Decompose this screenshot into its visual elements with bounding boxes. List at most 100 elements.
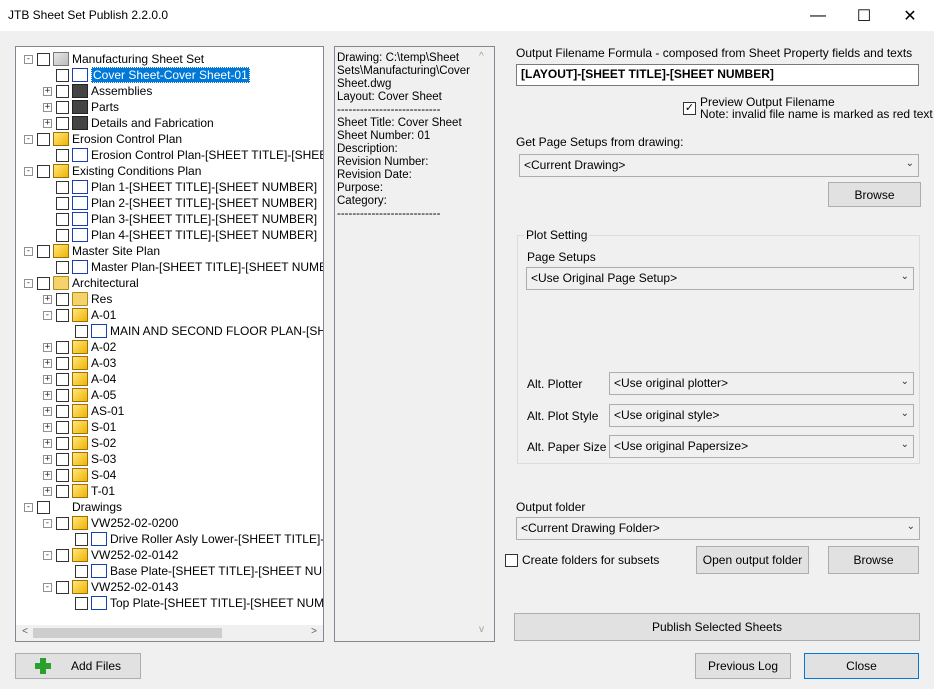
tree-item-label[interactable]: Details and Fabrication xyxy=(91,116,214,130)
tree-checkbox[interactable] xyxy=(75,324,88,338)
tree-checkbox[interactable] xyxy=(56,484,69,498)
tree-row[interactable]: Plan 1-[SHEET TITLE]-[SHEET NUMBER] xyxy=(43,179,317,195)
page-setups-select[interactable]: <Use Original Page Setup> ⌄ xyxy=(526,267,914,290)
tree-row[interactable]: + Assemblies xyxy=(43,83,152,99)
collapse-icon[interactable]: - xyxy=(24,54,33,64)
close-window-button[interactable]: ✕ xyxy=(887,0,933,31)
close-button[interactable]: Close xyxy=(804,653,919,679)
tree-item-label[interactable]: Assemblies xyxy=(91,84,152,98)
create-subfolders-checkbox[interactable] xyxy=(505,554,518,567)
scroll-up-icon[interactable]: ^ xyxy=(479,51,484,62)
info-vertical-scrollbar[interactable]: ^ v xyxy=(477,47,494,641)
tree-item-label[interactable]: A-05 xyxy=(91,388,116,402)
expand-icon[interactable]: + xyxy=(43,102,52,112)
expand-icon[interactable]: + xyxy=(43,294,52,304)
expand-icon[interactable]: + xyxy=(43,390,52,400)
collapse-icon[interactable]: - xyxy=(43,518,52,528)
expand-icon[interactable]: + xyxy=(43,118,52,128)
tree-row[interactable]: + S-02 xyxy=(43,435,116,451)
tree-checkbox[interactable] xyxy=(56,292,69,306)
tree-item-label[interactable]: Plan 3-[SHEET TITLE]-[SHEET NUMBER] xyxy=(91,212,317,226)
tree-item-label[interactable]: VW252-02-0143 xyxy=(91,580,178,594)
tree-item-label[interactable]: T-01 xyxy=(91,484,115,498)
expand-icon[interactable]: + xyxy=(43,406,52,416)
open-output-folder-button[interactable]: Open output folder xyxy=(696,546,809,574)
tree-row[interactable]: Cover Sheet-Cover Sheet-01 xyxy=(43,67,250,83)
scroll-down-icon[interactable]: v xyxy=(479,624,484,635)
tree-row[interactable]: - Existing Conditions Plan xyxy=(24,163,201,179)
tree-row[interactable]: + A-03 xyxy=(43,355,116,371)
tree-item-label[interactable]: S-02 xyxy=(91,436,116,450)
tree-checkbox[interactable] xyxy=(56,148,69,162)
tree-checkbox[interactable] xyxy=(56,260,69,274)
previous-log-button[interactable]: Previous Log xyxy=(695,653,791,679)
tree-row[interactable]: + Parts xyxy=(43,99,119,115)
tree-item-label[interactable]: Base Plate-[SHEET TITLE]-[SHEET NUMBER] xyxy=(110,564,323,578)
tree-row[interactable]: Top Plate-[SHEET TITLE]-[SHEET NUMBER] xyxy=(62,595,323,611)
scroll-left-icon[interactable]: < xyxy=(18,626,32,640)
tree-row[interactable]: Base Plate-[SHEET TITLE]-[SHEET NUMBER] xyxy=(62,563,323,579)
tree-row[interactable]: + Res xyxy=(43,291,112,307)
tree-checkbox[interactable] xyxy=(37,276,50,290)
tree-checkbox[interactable] xyxy=(37,164,50,178)
tree-item-label[interactable]: Architectural xyxy=(72,276,139,290)
tree-row[interactable]: - Master Site Plan xyxy=(24,243,160,259)
tree-checkbox[interactable] xyxy=(56,228,69,242)
tree-item-label[interactable]: Drive Roller Asly Lower-[SHEET TITLE]-[S… xyxy=(110,532,323,546)
collapse-icon[interactable]: - xyxy=(24,166,33,176)
collapse-icon[interactable]: - xyxy=(24,246,33,256)
tree-checkbox[interactable] xyxy=(37,132,50,146)
expand-icon[interactable]: + xyxy=(43,374,52,384)
preview-checkbox[interactable]: ✓ xyxy=(683,102,696,115)
alt-plotter-select[interactable]: <Use original plotter> ⌄ xyxy=(609,372,914,395)
tree-item-label[interactable]: Master Site Plan xyxy=(72,244,160,258)
sheet-tree[interactable]: - Manufacturing Sheet Set Cover Sheet-Cove… xyxy=(15,46,324,642)
tree-item-label[interactable]: Parts xyxy=(91,100,119,114)
tree-item-label[interactable]: Plan 1-[SHEET TITLE]-[SHEET NUMBER] xyxy=(91,180,317,194)
tree-item-label[interactable]: Manufacturing Sheet Set xyxy=(72,52,204,66)
expand-icon[interactable]: + xyxy=(43,470,52,480)
tree-item-label[interactable]: Drawings xyxy=(72,500,122,514)
tree-row[interactable]: + S-03 xyxy=(43,451,116,467)
collapse-icon[interactable]: - xyxy=(24,278,33,288)
tree-checkbox[interactable] xyxy=(56,116,69,130)
tree-item-label[interactable]: Cover Sheet-Cover Sheet-01 xyxy=(91,67,250,83)
tree-item-label[interactable]: Erosion Control Plan-[SHEET TITLE]-[SHEE… xyxy=(91,148,323,162)
tree-row[interactable]: - Manufacturing Sheet Set xyxy=(24,51,204,67)
tree-checkbox[interactable] xyxy=(56,452,69,466)
tree-checkbox[interactable] xyxy=(56,100,69,114)
tree-checkbox[interactable] xyxy=(56,356,69,370)
tree-item-label[interactable]: S-03 xyxy=(91,452,116,466)
tree-item-label[interactable]: Existing Conditions Plan xyxy=(72,164,201,178)
tree-row[interactable]: - A-01 xyxy=(43,307,116,323)
tree-checkbox[interactable] xyxy=(56,372,69,386)
tree-item-label[interactable]: A-01 xyxy=(91,308,116,322)
tree-checkbox[interactable] xyxy=(56,548,69,562)
tree-row[interactable]: MAIN AND SECOND FLOOR PLAN-[SHEET TITLE] xyxy=(62,323,323,339)
output-formula-input[interactable]: [LAYOUT]-[SHEET TITLE]-[SHEET NUMBER] xyxy=(516,64,919,86)
tree-row[interactable]: - Architectural xyxy=(24,275,139,291)
tree-row[interactable]: Erosion Control Plan-[SHEET TITLE]-[SHEE… xyxy=(43,147,323,163)
tree-checkbox[interactable] xyxy=(56,388,69,402)
tree-row[interactable]: + T-01 xyxy=(43,483,115,499)
tree-checkbox[interactable] xyxy=(56,580,69,594)
tree-row[interactable]: Plan 4-[SHEET TITLE]-[SHEET NUMBER] xyxy=(43,227,317,243)
alt-paper-size-select[interactable]: <Use original Papersize> ⌄ xyxy=(609,435,914,458)
tree-row[interactable]: + A-04 xyxy=(43,371,116,387)
tree-item-label[interactable]: A-04 xyxy=(91,372,116,386)
tree-row[interactable]: Master Plan-[SHEET TITLE]-[SHEET NUMBER] xyxy=(43,259,323,275)
expand-icon[interactable]: + xyxy=(43,438,52,448)
tree-row[interactable]: - VW252-02-0142 xyxy=(43,547,178,563)
tree-item-label[interactable]: Plan 2-[SHEET TITLE]-[SHEET NUMBER] xyxy=(91,196,317,210)
tree-item-label[interactable]: A-02 xyxy=(91,340,116,354)
maximize-button[interactable]: ☐ xyxy=(841,0,887,31)
scroll-right-icon[interactable]: > xyxy=(307,626,321,640)
browse-drawing-button[interactable]: Browse xyxy=(828,182,921,207)
output-folder-select[interactable]: <Current Drawing Folder> ⌄ xyxy=(516,517,920,540)
tree-checkbox[interactable] xyxy=(75,532,88,546)
expand-icon[interactable]: + xyxy=(43,342,52,352)
tree-row[interactable]: + A-05 xyxy=(43,387,116,403)
tree-checkbox[interactable] xyxy=(56,468,69,482)
tree-checkbox[interactable] xyxy=(75,564,88,578)
expand-icon[interactable]: + xyxy=(43,86,52,96)
